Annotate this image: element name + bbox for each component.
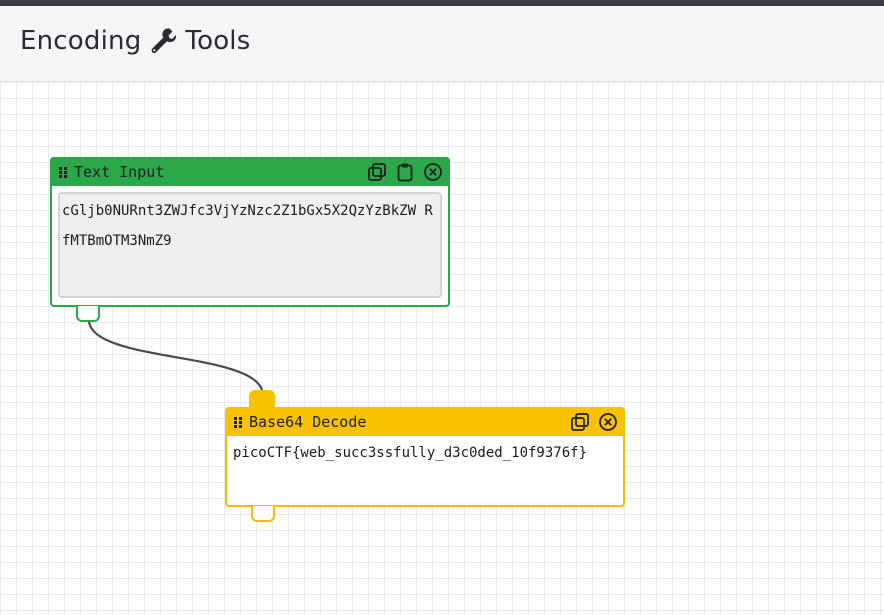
base64-decode-node-header[interactable]: Base64 Decode	[225, 407, 625, 436]
title-text: Encoding	[20, 26, 142, 56]
close-icon[interactable]	[597, 411, 619, 433]
text-input-node-header[interactable]: Text Input	[50, 157, 450, 186]
text-input-output-port[interactable]	[76, 306, 100, 322]
text-input-field[interactable]	[58, 192, 442, 298]
base64-decode-node[interactable]: Base64 Decode picoCTF{web_succ3ssfully_d…	[225, 407, 625, 522]
drag-handle-icon[interactable]	[58, 166, 68, 178]
clipboard-icon[interactable]	[394, 161, 416, 183]
drag-handle-icon[interactable]	[233, 416, 243, 428]
app-header: Encoding Tools	[0, 6, 884, 82]
base64-decode-output: picoCTF{web_succ3ssfully_d3c0ded_10f9376…	[233, 445, 588, 461]
close-icon[interactable]	[422, 161, 444, 183]
workflow-canvas[interactable]: Text Input cGljb0NURnt3ZWJfc3VjYzNzc2Z1b…	[0, 82, 884, 615]
wrench-icon	[149, 27, 177, 55]
copy-icon[interactable]	[569, 411, 591, 433]
base64-decode-node-title: Base64 Decode	[249, 412, 367, 431]
text-input-node[interactable]: Text Input	[50, 157, 450, 322]
text-input-node-title: Text Input	[74, 162, 165, 181]
title-suffix: Tools	[185, 26, 251, 56]
base64-decode-input-port[interactable]	[249, 390, 275, 408]
copy-icon[interactable]	[366, 161, 388, 183]
base64-decode-output-port[interactable]	[251, 506, 275, 522]
page-title: Encoding Tools	[20, 26, 250, 56]
